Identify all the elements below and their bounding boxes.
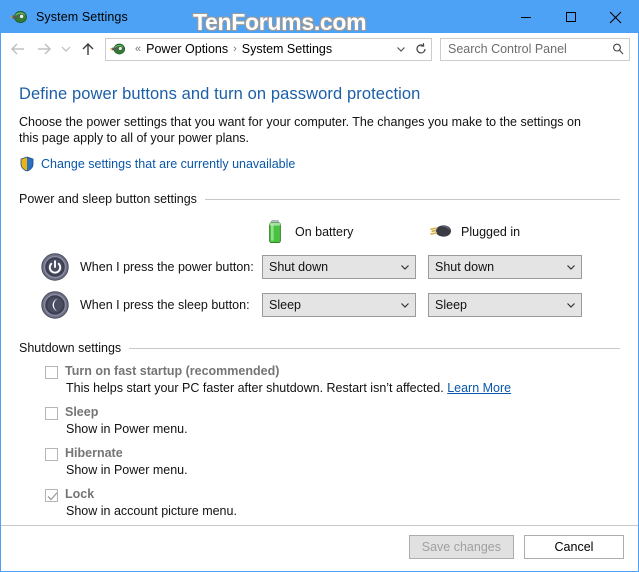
address-chevron-down-icon[interactable] [391, 39, 411, 60]
combo-value: Sleep [269, 298, 301, 312]
window-title: System Settings [36, 10, 128, 24]
checkbox-row-sleep[interactable]: Sleep [19, 405, 620, 420]
navigation-bar: « Power Options › System Settings Search… [1, 33, 638, 65]
shutdown-group-label: Shutdown settings [19, 341, 122, 355]
row-sleep-button: When I press the sleep button: Sleep Sle… [19, 289, 620, 321]
change-unavailable-settings-link[interactable]: Change settings that are currently unava… [41, 157, 295, 171]
forward-arrow-icon[interactable] [31, 36, 57, 62]
breadcrumb-system-settings[interactable]: System Settings [242, 42, 332, 56]
page-title: Define power buttons and turn on passwor… [19, 85, 421, 103]
checkbox-label-hibernate: Hibernate [65, 446, 123, 460]
checkbox-desc-sleep: Show in Power menu. [66, 422, 188, 436]
uac-shield-icon [19, 156, 35, 172]
search-icon[interactable] [607, 42, 629, 56]
battery-icon [262, 219, 288, 245]
footer-divider [1, 525, 638, 526]
column-label-plugged-in: Plugged in [461, 225, 521, 239]
sleep-button-icon [39, 289, 71, 321]
footer-buttons: Save changes Cancel [399, 535, 624, 559]
checkbox-hibernate[interactable] [45, 448, 58, 461]
combo-value: Sleep [435, 298, 467, 312]
power-button-icon [39, 251, 71, 283]
breadcrumb-power-options[interactable]: Power Options [146, 42, 228, 56]
label-sleep-button: When I press the sleep button: [80, 298, 250, 312]
label-power-button: When I press the power button: [80, 260, 254, 274]
title-bar: System Settings [1, 1, 638, 33]
maximize-icon[interactable] [548, 1, 593, 33]
power-options-icon [10, 8, 28, 26]
shutdown-group-header: Shutdown settings [19, 341, 620, 355]
back-arrow-icon[interactable] [5, 36, 31, 62]
up-arrow-icon[interactable] [75, 36, 101, 62]
checkbox-fast-startup[interactable] [45, 366, 58, 379]
chevron-down-icon[interactable] [395, 299, 415, 311]
save-changes-button[interactable]: Save changes [408, 535, 514, 559]
power-sleep-group-label: Power and sleep button settings [19, 192, 197, 206]
learn-more-link[interactable]: Learn More [447, 381, 511, 395]
chevron-down-icon[interactable] [561, 261, 581, 273]
close-icon[interactable] [593, 1, 638, 33]
checkbox-sleep[interactable] [45, 407, 58, 420]
cancel-button[interactable]: Cancel [524, 535, 624, 559]
chevron-down-icon[interactable] [395, 261, 415, 273]
row-power-button: When I press the power button: Shut down… [19, 251, 620, 283]
combo-sleep-button-on-battery[interactable]: Sleep [262, 293, 416, 317]
caption-buttons [503, 1, 638, 33]
combo-sleep-button-plugged-in[interactable]: Sleep [428, 293, 582, 317]
checkbox-label-fast-startup: Turn on fast startup (recommended) [65, 364, 280, 378]
checkbox-lock[interactable] [45, 489, 58, 502]
combo-value: Shut down [269, 260, 329, 274]
search-input[interactable]: Search Control Panel [441, 42, 607, 56]
search-control-panel-box[interactable]: Search Control Panel [440, 37, 630, 61]
checkbox-row-hibernate[interactable]: Hibernate [19, 446, 620, 461]
combo-power-button-on-battery[interactable]: Shut down [262, 255, 416, 279]
checkbox-label-lock: Lock [65, 487, 95, 501]
group-divider [204, 198, 620, 200]
power-plug-icon [428, 219, 454, 245]
power-source-column-headers: On battery Plugged in [19, 219, 620, 245]
page-description: Choose the power settings that you want … [19, 115, 581, 145]
content-area: Define power buttons and turn on passwor… [1, 85, 638, 558]
checkbox-desc-text: This helps start your PC faster after sh… [66, 381, 448, 395]
column-label-on-battery: On battery [295, 225, 354, 239]
power-sleep-group-header: Power and sleep button settings [19, 192, 620, 206]
checkbox-desc-lock: Show in account picture menu. [66, 504, 237, 518]
checkbox-desc-hibernate: Show in Power menu. [66, 463, 188, 477]
chevron-down-icon[interactable] [561, 299, 581, 311]
column-on-battery: On battery [262, 219, 428, 245]
combo-value: Shut down [435, 260, 495, 274]
refresh-icon[interactable] [411, 39, 431, 60]
checkbox-row-fast-startup[interactable]: Turn on fast startup (recommended) [19, 364, 620, 379]
breadcrumb-separator: › [233, 43, 237, 55]
checkbox-row-lock[interactable]: Lock [19, 487, 620, 502]
power-options-icon [110, 41, 126, 57]
column-plugged-in: Plugged in [428, 219, 594, 245]
system-settings-window: System Settings TenForums.com « Power Op… [0, 0, 639, 572]
group-divider [129, 347, 620, 349]
minimize-icon[interactable] [503, 1, 548, 33]
checkbox-desc-fast-startup: This helps start your PC faster after sh… [19, 381, 620, 396]
uac-link-row[interactable]: Change settings that are currently unava… [19, 156, 620, 172]
combo-power-button-plugged-in[interactable]: Shut down [428, 255, 582, 279]
checkbox-label-sleep: Sleep [65, 405, 99, 419]
recent-locations-chevron-icon[interactable] [57, 36, 75, 62]
address-bar[interactable]: « Power Options › System Settings [105, 37, 432, 61]
breadcrumb-prefix: « [135, 43, 142, 55]
